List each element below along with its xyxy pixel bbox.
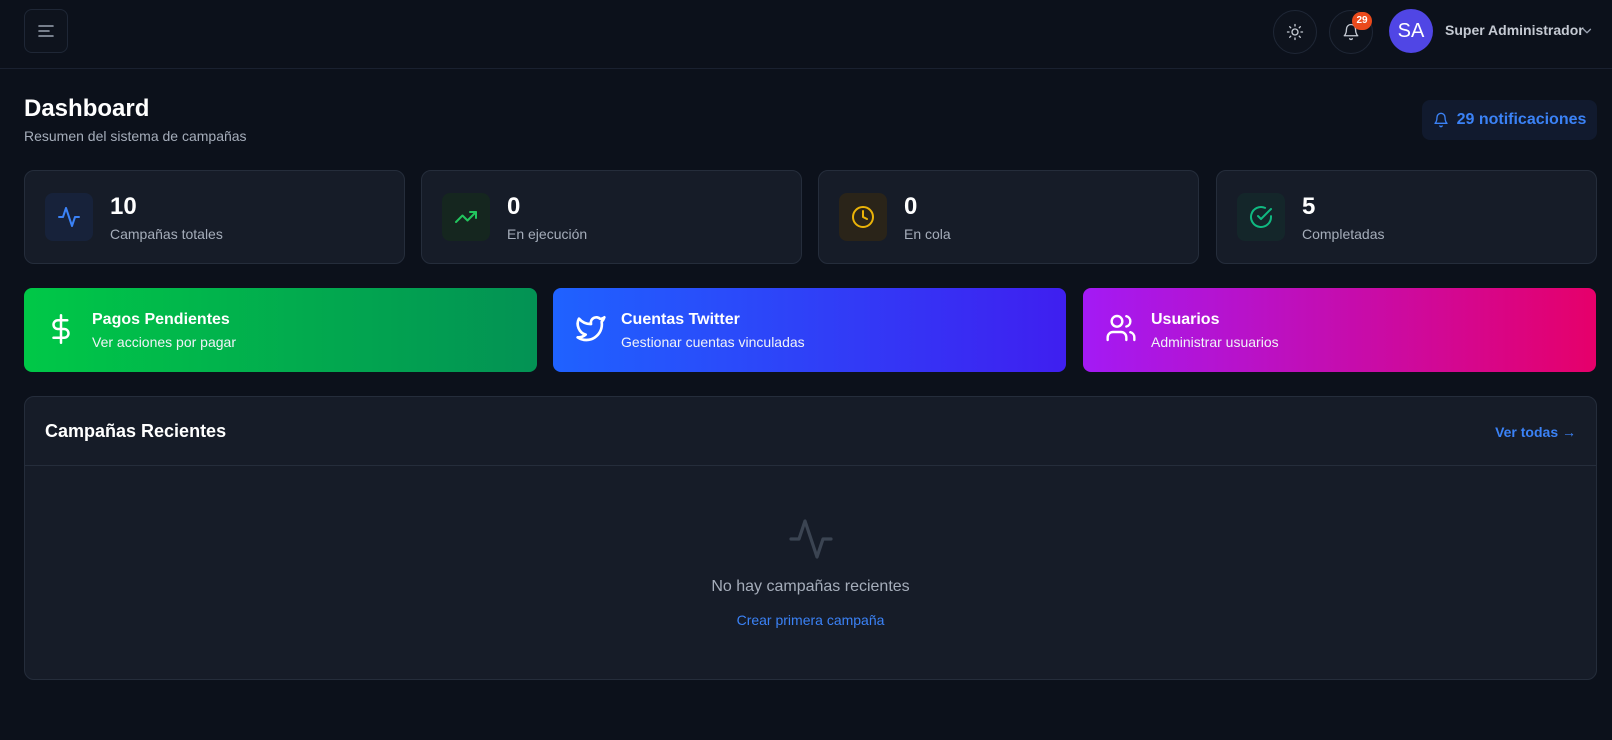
recent-campaigns-header: Campañas Recientes Ver todas → <box>25 397 1596 466</box>
stat-value: 5 <box>1302 193 1316 220</box>
dollar-icon <box>52 314 70 344</box>
recent-campaigns-panel: Campañas Recientes Ver todas → No hay ca… <box>24 396 1597 680</box>
chevron-down-icon[interactable] <box>1580 24 1594 38</box>
menu-button[interactable] <box>24 9 68 53</box>
activity-icon <box>58 207 80 227</box>
stat-icon-box <box>839 193 887 241</box>
sun-icon <box>1286 23 1304 41</box>
stat-icon-box <box>1237 193 1285 241</box>
page-subtitle: Resumen del sistema de campañas <box>24 128 247 144</box>
view-all-link[interactable]: Ver todas → <box>1495 424 1576 440</box>
clock-icon <box>852 206 874 228</box>
avatar[interactable]: SA <box>1389 9 1433 53</box>
empty-state-text: No hay campañas recientes <box>711 578 910 595</box>
stat-card-queued: 0 En cola <box>818 170 1199 264</box>
top-bar: 29 SA Super Administrador <box>0 0 1612 69</box>
activity-icon <box>789 519 833 559</box>
twitter-icon <box>576 316 606 342</box>
action-card-title: Cuentas Twitter <box>621 311 740 328</box>
bell-icon <box>1433 112 1448 128</box>
action-card-title: Pagos Pendientes <box>92 311 230 328</box>
action-card-title: Usuarios <box>1151 311 1220 328</box>
stat-label: Campañas totales <box>110 226 223 242</box>
stat-value: 0 <box>507 193 521 220</box>
stat-label: Completadas <box>1302 226 1385 242</box>
page-title: Dashboard <box>24 95 150 122</box>
stat-card-running: 0 En ejecución <box>421 170 802 264</box>
trending-up-icon <box>455 211 477 223</box>
stat-value: 0 <box>904 193 918 220</box>
check-circle-icon <box>1250 206 1272 228</box>
stat-icon-box <box>442 193 490 241</box>
theme-toggle-button[interactable] <box>1273 10 1317 54</box>
pending-payments-card[interactable]: Pagos Pendientes Ver acciones por pagar <box>24 288 537 372</box>
stat-value: 10 <box>110 193 137 220</box>
user-name[interactable]: Super Administrador <box>1445 22 1584 38</box>
notifications-summary-button[interactable]: 29 notificaciones <box>1422 100 1597 140</box>
twitter-accounts-card[interactable]: Cuentas Twitter Gestionar cuentas vincul… <box>553 288 1066 372</box>
section-title: Campañas Recientes <box>45 421 227 441</box>
action-card-subtitle: Ver acciones por pagar <box>92 334 236 350</box>
create-first-campaign-link[interactable]: Crear primera campaña <box>25 612 1596 628</box>
users-card[interactable]: Usuarios Administrar usuarios <box>1083 288 1596 372</box>
stat-card-total: 10 Campañas totales <box>24 170 405 264</box>
stat-icon-box <box>45 193 93 241</box>
action-card-subtitle: Gestionar cuentas vinculadas <box>621 334 805 350</box>
stat-card-completed: 5 Completadas <box>1216 170 1597 264</box>
users-icon <box>1106 314 1136 342</box>
notification-count-badge: 29 <box>1352 12 1372 30</box>
stat-label: En cola <box>904 226 951 242</box>
notifications-summary-label: 29 notificaciones <box>1456 111 1587 128</box>
action-card-subtitle: Administrar usuarios <box>1151 334 1279 350</box>
stat-label: En ejecución <box>507 226 588 242</box>
menu-icon <box>38 25 54 37</box>
